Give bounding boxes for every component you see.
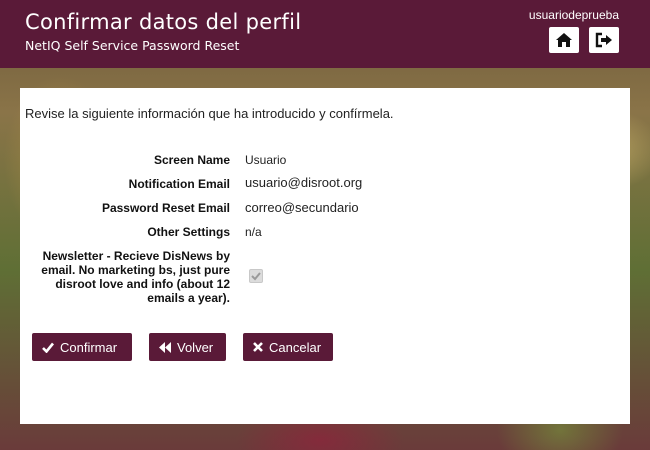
logout-button[interactable] [589,27,619,53]
field-value: Usuario [245,153,287,167]
cancel-button[interactable]: Cancelar [243,333,333,361]
cancel-label: Cancelar [269,339,322,355]
home-icon [556,33,572,47]
field-value: usuario@disroot.org [245,175,363,190]
page-header: Confirmar datos del perfil NetIQ Self Se… [0,0,650,68]
logout-icon [595,32,612,48]
checkmark-icon [251,272,261,281]
username-label: usuariodeprueba [528,8,619,22]
field-value: correo@secundario [245,200,359,215]
page-title: Confirmar datos del perfil [25,10,302,34]
home-button[interactable] [549,27,579,53]
field-label: Other Settings [147,225,230,239]
back-button[interactable]: Volver [149,333,226,361]
confirmation-panel: Revise la siguiente información que ha i… [20,88,630,424]
back-label: Volver [177,339,214,355]
field-label: Screen Name [153,153,230,167]
app-subtitle: NetIQ Self Service Password Reset [25,38,240,53]
check-icon [42,342,54,353]
confirm-label: Confirmar [60,339,118,355]
intro-text: Revise la siguiente información que ha i… [25,106,394,121]
field-label: Notification Email [128,177,230,191]
field-label: Newsletter - Recieve DisNews by email. N… [41,249,230,305]
confirm-button[interactable]: Confirmar [32,333,132,361]
field-label: Password Reset Email [101,201,230,215]
close-icon [253,342,263,352]
newsletter-checkbox[interactable] [249,269,263,283]
field-value: n/a [245,225,262,239]
backward-icon [159,341,171,353]
